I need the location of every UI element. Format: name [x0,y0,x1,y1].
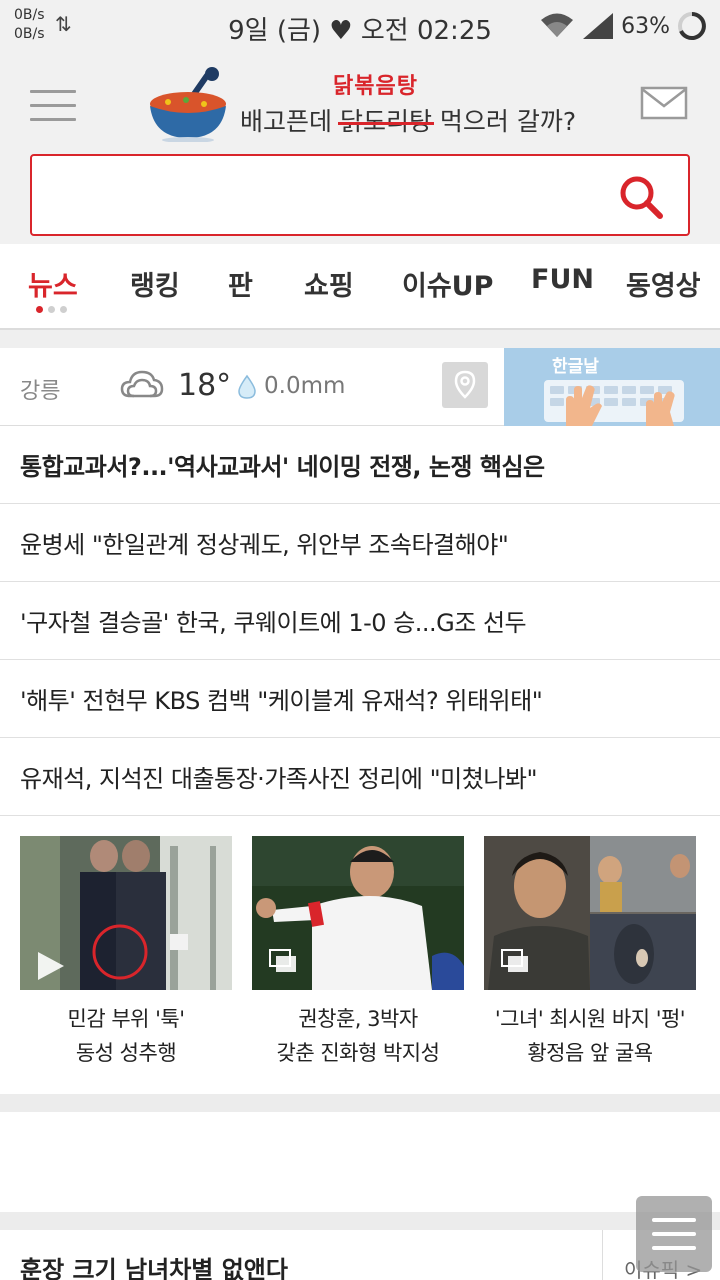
search-box [30,154,690,236]
caption-line: 황정음 앞 굴욕 [527,1041,653,1065]
wifi-icon [541,13,574,37]
battery-ring-icon [678,12,706,40]
tab-ranking[interactable]: 랭킹 [130,264,180,303]
promo-text[interactable]: 배고픈데 닭도리탕 먹으러 갈까? [240,102,576,138]
headline-item[interactable]: 유재석, 지석진 대출통장·가족사진 정리에 "미쳤나봐" [0,738,720,816]
promo-prefix: 배고픈데 [240,107,340,136]
headline-item[interactable]: 통합교과서?...'역사교과서' 네이밍 전쟁, 논쟁 핵심은 [0,426,720,504]
headline-item[interactable]: '구자철 결승골' 한국, 쿠웨이트에 1-0 승...G조 선두 [0,582,720,660]
tab-pann[interactable]: 판 [228,264,253,303]
ad-placeholder [0,1112,720,1212]
menu-line [652,1246,696,1250]
menu-line [652,1218,696,1222]
photo-card[interactable]: 권창훈, 3박자 갖춘 진화형 박지성 [252,836,464,1070]
headline-list: 통합교과서?...'역사교과서' 네이밍 전쟁, 논쟁 핵심은 윤병세 "한일관… [0,426,720,816]
menu-line [30,104,76,107]
promo-highlight[interactable]: 닭볶음탕 [333,68,418,100]
keyboard-illustration [544,380,684,426]
tab-fun[interactable]: FUN [531,264,594,295]
gallery-icon [269,949,296,972]
caption-line: '그녀' 최시원 바지 '펑' [494,1007,686,1031]
tab-page-indicator [36,306,67,313]
battery-percent: 63% [621,13,670,39]
promo-suffix: 먹으러 갈까? [431,107,577,136]
photo-thumbnail[interactable] [252,836,464,990]
search-input[interactable] [46,170,606,222]
weather-city: 강릉 [20,379,61,404]
weather-rainfall: 0.0mm [264,373,346,399]
bottom-headline[interactable]: 훈장 크기 남녀차별 없앤다 [20,1250,288,1280]
headline-item[interactable]: '해투' 전현무 KBS 컴백 "케이블계 유재석? 위태위태" [0,660,720,738]
photo-news-cards: 민감 부위 '툭' 동성 성추행 권창훈, 3박자 갖춘 진화형 박지성 '그녀… [0,816,720,1094]
page-dot [36,306,43,313]
tab-news[interactable]: 뉴스 [28,264,78,303]
page-dot [48,306,55,313]
photo-card[interactable]: 민감 부위 '툭' 동성 성추행 [20,836,232,1070]
photo-thumbnail[interactable] [20,836,232,990]
menu-line [30,90,76,93]
caption-line: 동성 성추행 [75,1041,177,1065]
cloud-icon [120,370,164,398]
tab-shopping[interactable]: 쇼핑 [304,264,354,303]
weather-widget[interactable]: 강릉 18° 0.0mm 한글날 [0,348,720,426]
caption-line: 민감 부위 '툭' [67,1007,186,1031]
menu-line [30,118,76,121]
category-tab-bar: 뉴스 랭킹 판 쇼핑 이슈UP FUN 동영상 [0,244,720,330]
photo-caption: '그녀' 최시원 바지 '펑' 황정음 앞 굴욕 [484,1002,696,1070]
section-divider [0,1212,720,1230]
weather-temperature: 18° [178,368,232,403]
hamburger-menu-button[interactable] [30,90,76,122]
page-dot [60,306,67,313]
hangul-day-banner[interactable]: 한글날 [504,348,720,426]
signal-icon [583,13,614,39]
photo-card[interactable]: '그녀' 최시원 바지 '펑' 황정음 앞 굴욕 [484,836,696,1070]
mail-icon[interactable] [640,86,688,120]
photo-thumbnail[interactable] [484,836,696,990]
section-divider [0,330,720,348]
app-header: 닭볶음탕 배고픈데 닭도리탕 먹으러 갈까? [0,52,720,244]
soup-bowl-logo[interactable] [146,66,230,142]
photo-caption: 민감 부위 '툭' 동성 성추행 [20,1002,232,1070]
caption-line: 갖춘 진화형 박지성 [276,1041,440,1065]
menu-line [652,1232,696,1236]
raindrop-icon [238,374,256,399]
status-indicators: 63% [539,8,708,44]
search-icon[interactable] [618,174,664,220]
photo-caption: 권창훈, 3박자 갖춘 진화형 박지성 [252,1002,464,1070]
gallery-icon [501,949,528,972]
tab-video[interactable]: 동영상 [626,264,701,303]
tab-issue-up[interactable]: 이슈UP [402,264,493,303]
status-bar: 0B/s 0B/s ⇅ 9일 (금) ♥ 오전 02:25 63% [0,0,720,52]
section-divider [0,1094,720,1112]
divider [602,1230,603,1280]
bottom-news-row: 훈장 크기 남녀차별 없앤다 이슈픽 > [0,1230,720,1280]
caption-line: 권창훈, 3박자 [298,1007,418,1031]
floating-menu-button[interactable] [636,1196,712,1272]
location-pin-icon [454,370,476,399]
location-button[interactable] [442,362,488,408]
video-play-icon [38,952,64,980]
promo-struck-word: 닭도리탕 [339,107,432,136]
headline-item[interactable]: 윤병세 "한일관계 정상궤도, 위안부 조속타결해야" [0,504,720,582]
